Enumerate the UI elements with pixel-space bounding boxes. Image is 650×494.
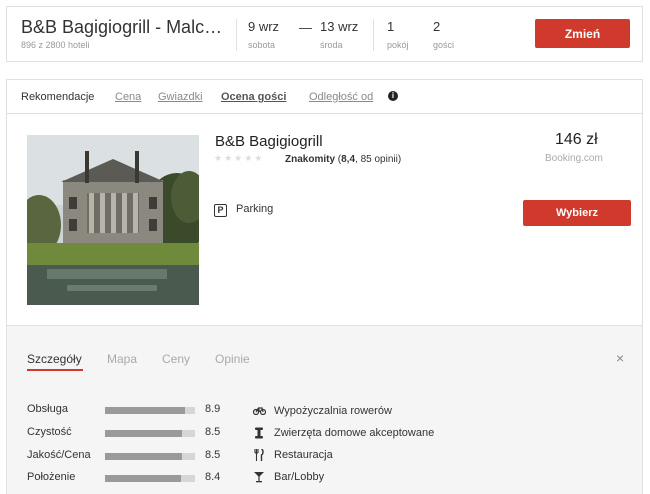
score-bar xyxy=(105,453,195,460)
pet-icon xyxy=(252,427,266,442)
restaurant-icon xyxy=(252,448,266,464)
rooms-field[interactable]: 1 pokój xyxy=(387,19,409,50)
score-bar-fill xyxy=(105,430,182,437)
change-search-button[interactable]: Zmień xyxy=(535,19,630,48)
amenity-label: Restauracja xyxy=(274,449,333,461)
score-bar xyxy=(105,430,195,437)
sort-option-stars[interactable]: Gwiazdki xyxy=(158,91,203,103)
checkin-field[interactable]: 9 wrz sobota xyxy=(248,19,279,50)
score-bar-fill xyxy=(105,453,182,460)
checkout-day: środa xyxy=(320,40,343,50)
score-value: 8.5 xyxy=(205,449,221,461)
sort-label: Rekomendacje xyxy=(21,91,95,103)
checkout-field[interactable]: 13 wrz środa xyxy=(320,19,358,50)
bicycle-icon xyxy=(252,405,266,418)
divider xyxy=(373,19,374,51)
amenity-label: Wypożyczalnia rowerów xyxy=(274,405,392,417)
score-label: Jakość/Cena xyxy=(27,449,91,461)
sort-option-distance[interactable]: Odległość od xyxy=(309,91,373,103)
hotel-name[interactable]: B&B Bagigiogrill xyxy=(215,133,323,150)
active-tab-indicator xyxy=(27,369,83,371)
rooms-count: 1 xyxy=(387,19,395,34)
select-deal-button[interactable]: Wybierz xyxy=(523,200,631,226)
hotel-count: 896 z 2800 hoteli xyxy=(21,40,90,50)
details-panel: Szczegóły Mapa Ceny Opinie × Obsługa 8.9… xyxy=(6,326,643,494)
amenity-label: Bar/Lobby xyxy=(274,471,325,483)
tab-prices[interactable]: Ceny xyxy=(162,352,190,366)
guests-count: 2 xyxy=(433,19,441,34)
checkin-date: 9 wrz xyxy=(248,19,280,34)
guests-field[interactable]: 2 gości xyxy=(433,19,454,50)
bar-icon xyxy=(252,471,266,486)
price-source: Booking.com xyxy=(545,153,603,164)
sort-bar: Rekomendacje Cena Gwiazdki Ocena gości O… xyxy=(6,79,643,113)
rooms-label: pokój xyxy=(387,40,409,50)
parking-label: Parking xyxy=(236,203,274,215)
info-icon[interactable]: i xyxy=(388,91,398,101)
checkout-date: 13 wrz xyxy=(320,19,359,34)
search-summary-bar: B&B Bagigiogrill - Malcontenta 896 z 280… xyxy=(6,6,643,62)
rating-score: 8,4 xyxy=(341,154,356,165)
tab-map[interactable]: Mapa xyxy=(107,352,137,366)
score-value: 8.5 xyxy=(205,426,221,438)
sort-option-price[interactable]: Cena xyxy=(115,91,141,103)
hotel-photo[interactable] xyxy=(27,135,199,305)
score-bar xyxy=(105,475,195,482)
price[interactable]: 146 zł xyxy=(555,131,598,149)
tab-reviews[interactable]: Opinie xyxy=(215,352,250,366)
tab-details[interactable]: Szczegóły xyxy=(27,352,82,366)
score-label: Położenie xyxy=(27,471,76,483)
score-label: Czystość xyxy=(27,426,72,438)
close-icon[interactable]: × xyxy=(616,350,624,366)
hotel-result-card: B&B Bagigiogrill ★★★★★ Znakomity (8,4, 8… xyxy=(6,113,643,326)
score-label: Obsługa xyxy=(27,403,68,415)
sort-option-guest-rating[interactable]: Ocena gości xyxy=(221,91,286,103)
score-bar-fill xyxy=(105,407,186,414)
date-separator: — xyxy=(299,20,312,35)
amenity-label: Zwierzęta domowe akceptowane xyxy=(274,427,435,439)
checkin-day: sobota xyxy=(248,40,276,50)
score-bar xyxy=(105,407,195,414)
guest-rating: Znakomity (8,4, 85 opinii) xyxy=(285,154,402,165)
parking-icon: P xyxy=(214,204,227,217)
star-rating: ★★★★★ xyxy=(214,153,265,163)
score-bar-fill xyxy=(105,475,181,482)
score-value: 8.4 xyxy=(205,471,221,483)
hotel-search-title: B&B Bagigiogrill - Malcontenta xyxy=(21,17,226,37)
score-value: 8.9 xyxy=(205,403,221,415)
rating-word: Znakomity xyxy=(285,154,336,165)
divider xyxy=(236,19,237,51)
guests-label: gości xyxy=(433,40,455,50)
rating-reviews: 85 opinii xyxy=(360,154,398,165)
